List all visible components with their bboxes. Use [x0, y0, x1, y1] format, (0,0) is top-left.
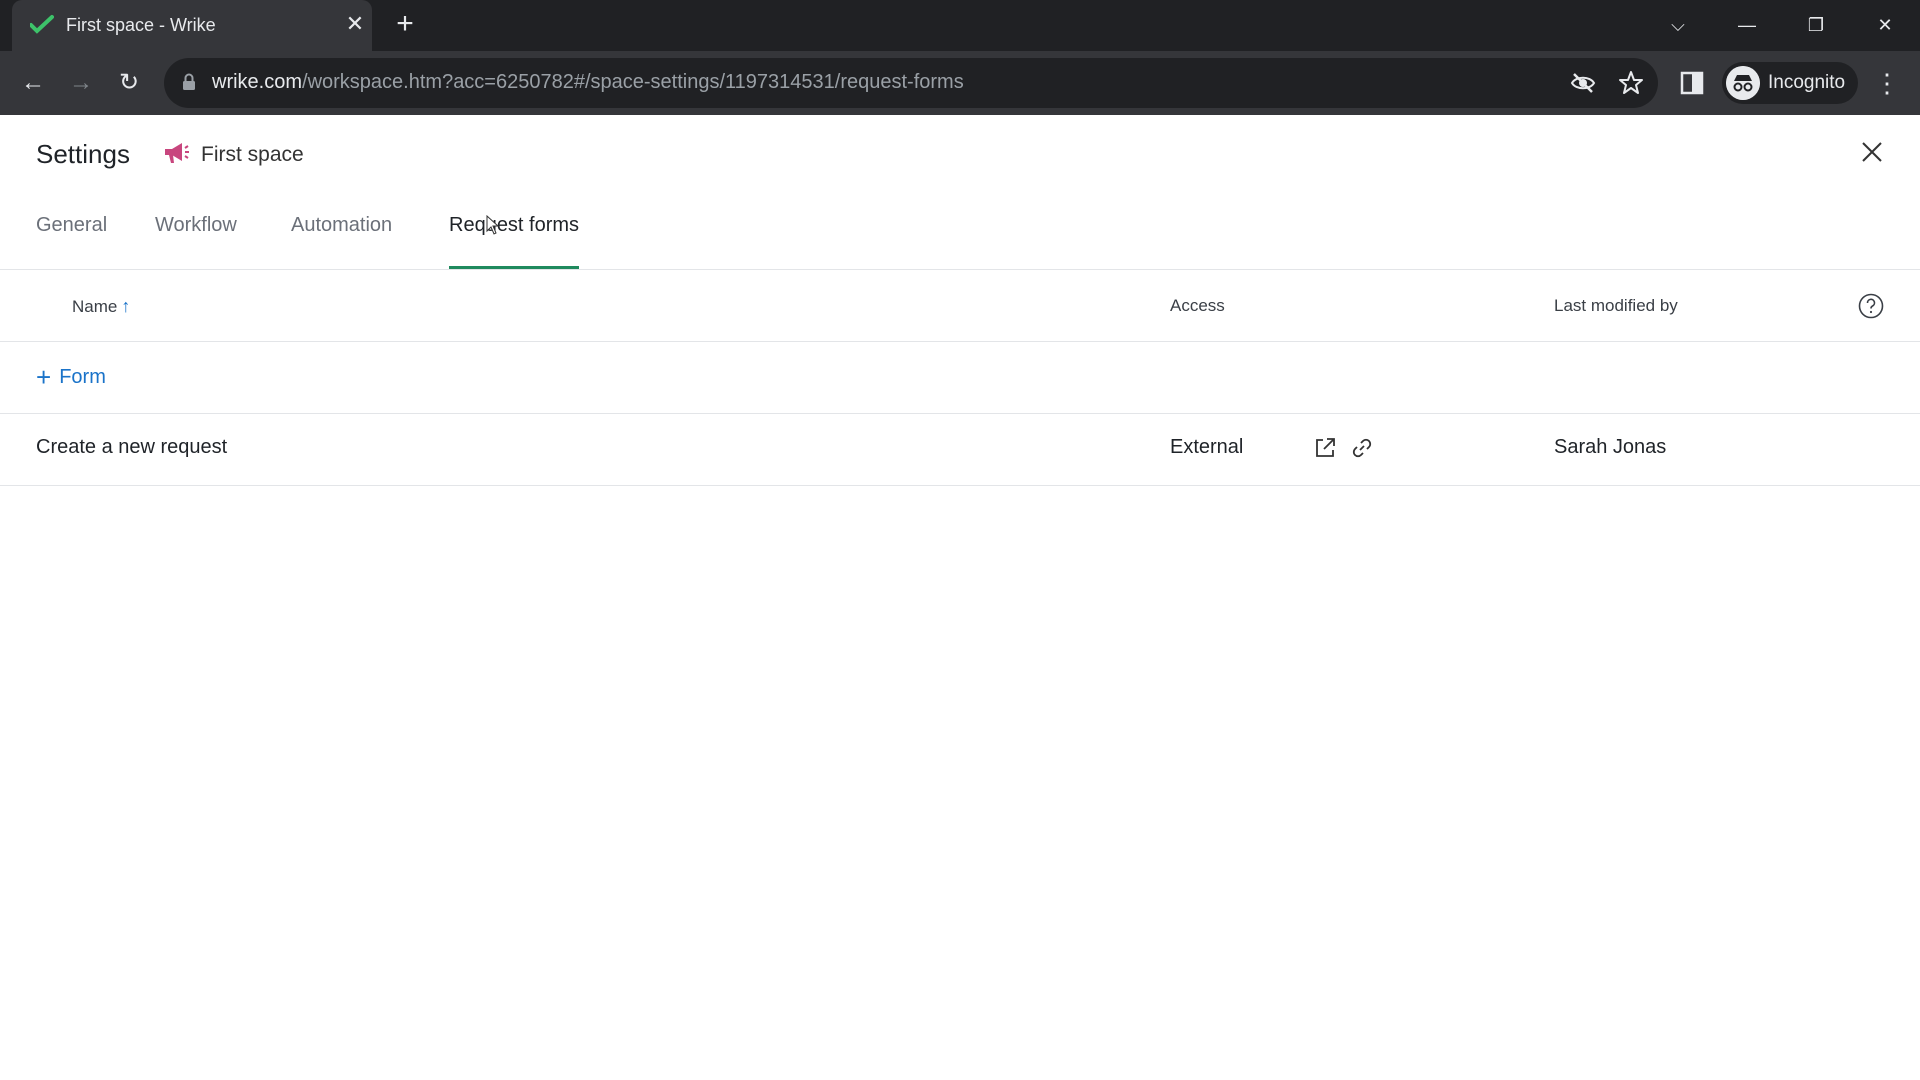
- incognito-profile[interactable]: Incognito: [1722, 62, 1858, 104]
- restore-button[interactable]: ❐: [1796, 8, 1836, 42]
- reload-button[interactable]: ↻: [112, 66, 146, 100]
- column-name-label: Name: [72, 297, 118, 316]
- tab-workflow[interactable]: Workflow: [155, 203, 237, 269]
- new-tab-button[interactable]: +: [390, 9, 420, 40]
- forward-button[interactable]: →: [64, 66, 98, 100]
- settings-panel: Settings First space General Workflow Au…: [0, 115, 1920, 1080]
- copy-link-icon[interactable]: [1350, 436, 1374, 460]
- open-external-icon[interactable]: [1313, 436, 1337, 460]
- mouse-cursor-icon: [486, 215, 500, 235]
- eye-off-icon[interactable]: [1570, 70, 1596, 96]
- form-access: External: [1170, 436, 1244, 458]
- browser-menu-icon[interactable]: ⋮: [1874, 66, 1900, 100]
- tab-request-forms[interactable]: Request forms: [449, 203, 580, 269]
- browser-toolbar: ← → ↻ wrike.com/workspace.htm?acc=625078…: [0, 51, 1920, 115]
- bookmark-star-icon[interactable]: [1618, 70, 1644, 96]
- minimize-button[interactable]: —: [1727, 8, 1767, 42]
- tab-close-icon[interactable]: ✕: [342, 11, 368, 37]
- incognito-icon: [1726, 66, 1760, 100]
- tab-search-icon[interactable]: ⌵: [1658, 8, 1698, 42]
- table-header: Name ↑ Access Last modified by: [0, 270, 1920, 342]
- form-last-modified-by: Sarah Jonas: [1554, 436, 1667, 458]
- column-access-header: Access: [1170, 296, 1225, 315]
- megaphone-icon: [165, 143, 189, 163]
- page-title: Settings: [36, 139, 130, 169]
- column-name-header[interactable]: Name ↑: [72, 296, 130, 317]
- profile-label: Incognito: [1768, 72, 1846, 93]
- browser-tab[interactable]: First space - Wrike ✕: [12, 0, 372, 51]
- browser-titlebar: First space - Wrike ✕ + ⌵ — ❐ ✕: [0, 0, 1920, 51]
- sort-ascending-icon[interactable]: ↑: [121, 296, 130, 316]
- plus-icon: +: [36, 362, 52, 392]
- add-form-label: Form: [59, 366, 106, 388]
- tab-automation[interactable]: Automation: [291, 203, 392, 269]
- table-row[interactable]: Create a new request External Sarah Jona…: [0, 414, 1920, 486]
- tab-general[interactable]: General: [36, 203, 107, 269]
- close-settings-button[interactable]: [1857, 137, 1887, 167]
- add-form-button[interactable]: + Form: [36, 362, 106, 393]
- wrike-logo-icon: [30, 15, 54, 34]
- address-bar[interactable]: wrike.com/workspace.htm?acc=6250782#/spa…: [164, 58, 1658, 108]
- space-name[interactable]: First space: [201, 143, 304, 167]
- side-panel-icon[interactable]: [1679, 70, 1705, 96]
- help-icon[interactable]: [1858, 293, 1884, 319]
- column-last-modified-header: Last modified by: [1554, 296, 1678, 315]
- settings-tabs: General Workflow Automation Request form…: [0, 203, 1920, 270]
- lock-icon: [183, 73, 195, 90]
- back-button[interactable]: ←: [16, 66, 50, 100]
- window-close-button[interactable]: ✕: [1865, 8, 1905, 42]
- form-name[interactable]: Create a new request: [36, 436, 227, 459]
- url-text: wrike.com/workspace.htm?acc=6250782#/spa…: [212, 71, 964, 93]
- add-form-row: + Form: [0, 342, 1920, 414]
- tab-title: First space - Wrike: [66, 15, 216, 35]
